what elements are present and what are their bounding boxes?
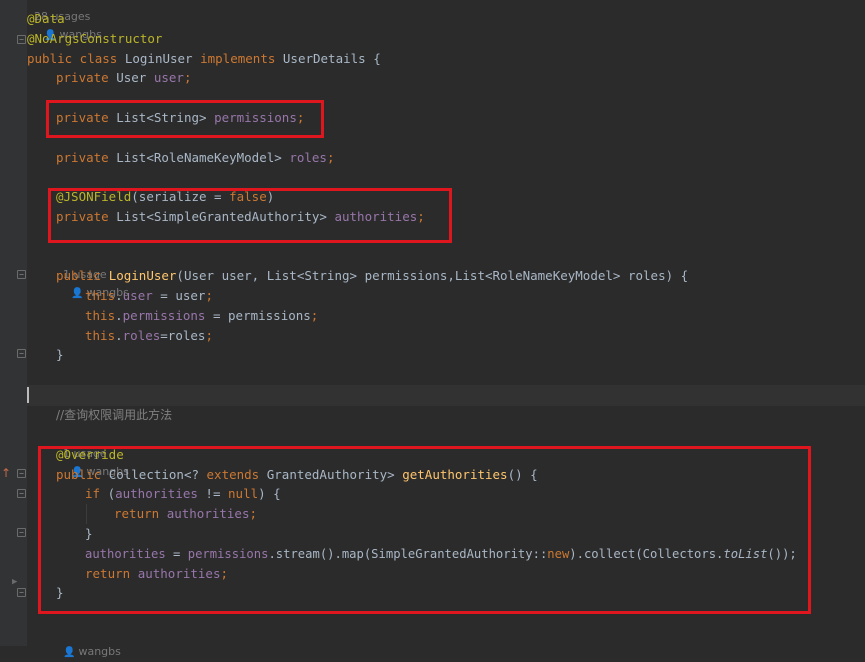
implements-arrow-icon[interactable]: ↑ [1,466,11,480]
usage-hint-method[interactable]: 1 usage 👤 wangbs [56,427,129,478]
usage-hint-class[interactable]: 28 usages 👤 wangbs [27,0,102,41]
code-line: public LoginUser(User user, List<String>… [56,268,689,283]
user-icon: 👤 [71,288,84,299]
author-name: wangbs [78,645,121,658]
code-line: public class LoginUser implements UserDe… [27,51,381,66]
highlight-box-permissions [46,100,324,138]
usage-hint-constructor[interactable]: 1 usage 👤 wangbs [56,248,129,299]
highlight-box-get-authorities [38,446,811,614]
text-caret [27,387,29,403]
editor-gutter: − − − ↑ − − − ▶ − [0,0,27,646]
current-line-highlight [27,385,865,406]
fold-icon[interactable]: − [17,469,26,478]
code-comment: //查询权限调用此方法 [56,408,173,422]
code-line: this.user = user; [85,288,213,303]
fold-icon[interactable]: − [17,588,26,597]
code-line: private User user; [56,70,192,85]
code-line: @NoArgsConstructor [27,31,163,46]
code-line: this.permissions = permissions; [85,308,319,323]
fold-icon[interactable]: − [17,35,26,44]
fold-icon[interactable]: − [17,270,26,279]
breakpoint-marker-icon[interactable]: ▶ [12,577,17,587]
code-line: private List<RoleNameKeyModel> roles; [56,150,335,165]
fold-icon[interactable]: − [17,528,26,537]
code-line: this.roles=roles; [85,328,213,343]
highlight-box-authorities [48,188,452,243]
code-line: } [56,347,64,362]
fold-icon[interactable]: − [17,349,26,358]
fold-icon[interactable]: − [17,489,26,498]
code-line: @Data [27,11,65,26]
usage-hint-bottom[interactable]: 👤 wangbs [56,625,121,658]
user-icon: 👤 [63,647,76,658]
